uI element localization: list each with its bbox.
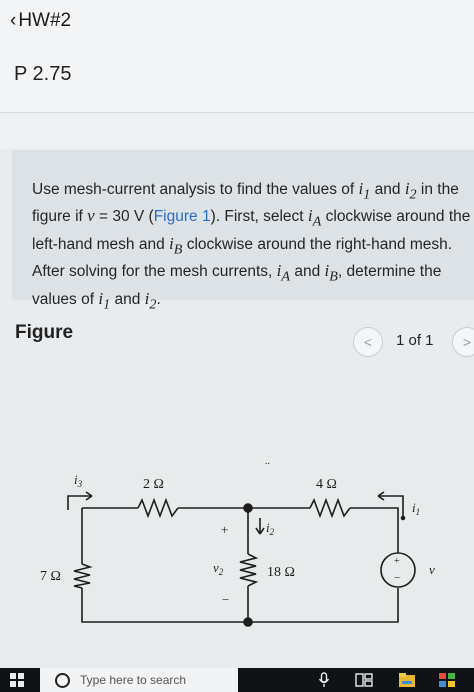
- spacer: [0, 113, 474, 149]
- resistor-7ohm: [73, 563, 93, 589]
- wire-top-c: [350, 507, 399, 553]
- source-minus-sign: −: [394, 572, 400, 584]
- question-fragment: Use mesh-current analysis to find the va…: [32, 181, 359, 198]
- var-i1-2: i1: [98, 288, 111, 312]
- task-view-icon[interactable]: [355, 672, 373, 688]
- circuit-figure: 2 Ω 4 Ω 7 Ω 18 Ω i3 i2 i1 v2 v + − + − .…: [0, 370, 474, 662]
- label-source-v: v: [429, 562, 435, 577]
- source-plus-sign: +: [394, 556, 400, 567]
- var-iB: iB: [169, 233, 183, 258]
- resistor-2ohm: [137, 497, 179, 519]
- var-iB-2: iB: [324, 261, 338, 285]
- var-i1: i1: [358, 179, 371, 203]
- taskbar-search-box[interactable]: Type here to search: [40, 668, 238, 692]
- question-fragment: = 30 V (: [94, 208, 154, 226]
- question-fragment: and: [110, 290, 145, 308]
- resistor-4ohm: [309, 497, 351, 519]
- figure-link[interactable]: Figure 1: [154, 208, 211, 225]
- label-r-18ohm: 18 Ω: [267, 565, 295, 580]
- file-explorer-icon[interactable]: [398, 672, 416, 688]
- back-link[interactable]: ‹ HW#2: [10, 10, 71, 32]
- question-fragment: ). First, select: [210, 208, 308, 226]
- node-top: [243, 503, 253, 513]
- microphone-icon[interactable]: [318, 672, 330, 688]
- circuit-diagram: 2 Ω 4 Ω 7 Ω 18 Ω i3 i2 i1 v2 v + − + − .…: [40, 456, 435, 627]
- label-r-2ohm: 2 Ω: [143, 477, 164, 492]
- arrow-i1-tail: [400, 515, 406, 521]
- label-i1: i1: [412, 500, 420, 517]
- var-i2-2: i2: [144, 288, 157, 312]
- windows-start-icon[interactable]: [10, 673, 24, 687]
- question-fragment: and: [370, 181, 405, 198]
- var-v: v: [87, 206, 95, 226]
- chevron-left-icon: ‹: [10, 10, 17, 31]
- back-label: HW#2: [18, 10, 72, 31]
- prev-figure-button[interactable]: <: [353, 327, 383, 357]
- chevron-right-icon: >: [462, 334, 472, 350]
- taskbar-search-placeholder: Type here to search: [80, 673, 187, 687]
- var-i2: i2: [404, 179, 417, 203]
- var-iA: iA: [307, 206, 322, 230]
- label-v2: v2: [213, 560, 224, 577]
- v2-minus-sign: −: [222, 592, 229, 607]
- label-r-4ohm: 4 Ω: [316, 477, 337, 492]
- cortana-circle-icon: [55, 673, 70, 688]
- stray-dots: ..: [265, 456, 270, 467]
- label-r-7ohm: 7 Ω: [40, 569, 61, 584]
- wire-bottom: [81, 588, 399, 623]
- app-icon[interactable]: [438, 672, 456, 688]
- problem-title: P 2.75: [14, 63, 72, 85]
- question-fragment: .: [156, 290, 161, 308]
- figure-pager: 1 of 1: [396, 332, 434, 349]
- figure-title: Figure: [15, 322, 74, 343]
- var-iA-2: iA: [276, 261, 291, 285]
- node-bottom: [243, 617, 253, 627]
- label-i3: i3: [74, 472, 83, 489]
- v2-plus-sign: +: [221, 522, 228, 537]
- resistor-18ohm: [239, 553, 259, 587]
- taskbar: Type here to search: [0, 668, 474, 692]
- question-text: Use mesh-current analysis to find the va…: [32, 178, 472, 315]
- label-i2: i2: [266, 520, 275, 537]
- header-area: ‹ HW#2 P 2.75: [0, 0, 474, 112]
- next-figure-button[interactable]: >: [452, 327, 474, 357]
- chevron-left-icon: <: [363, 334, 373, 350]
- question-fragment: and: [290, 263, 325, 281]
- question-box: Use mesh-current analysis to find the va…: [12, 150, 474, 312]
